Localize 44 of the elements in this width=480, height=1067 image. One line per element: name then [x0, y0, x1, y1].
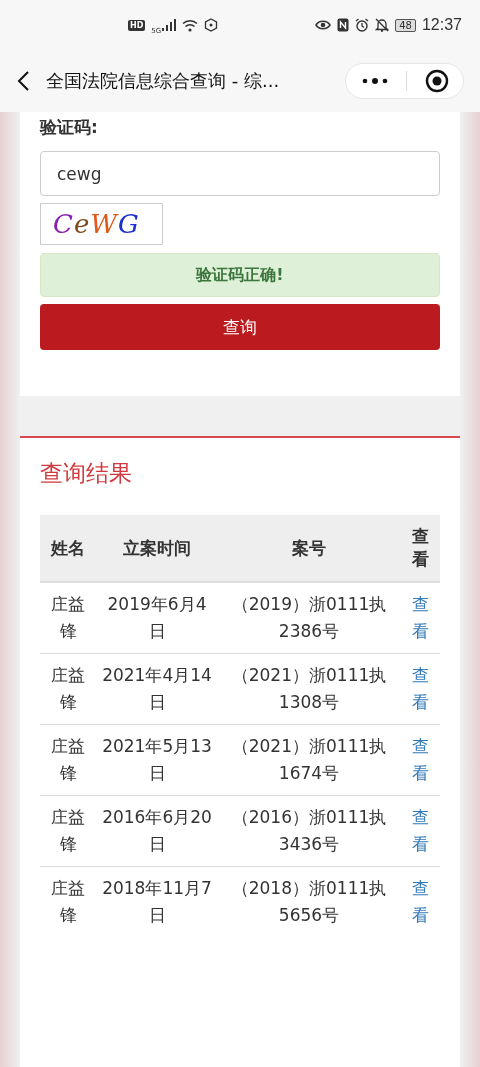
captcha-label: 验证码: [40, 116, 99, 139]
view-link[interactable]: 查看 [411, 875, 429, 929]
view-link[interactable]: 查看 [411, 733, 429, 787]
captcha-image: CeWG [40, 203, 163, 245]
date-cell: 2019年6月4日 [96, 582, 218, 654]
name-cell: 庄益锋 [40, 582, 96, 654]
back-icon[interactable] [16, 70, 30, 92]
success-alert: 验证码正确! [40, 253, 440, 297]
date-cell: 2018年11月7日 [96, 866, 218, 937]
name-cell: 庄益锋 [40, 866, 96, 937]
case-number-cell: （2021）浙0111执1674号 [218, 724, 400, 796]
captcha-input-field[interactable]: cewg [40, 151, 440, 196]
query-button[interactable]: 查询 [40, 304, 440, 350]
view-link[interactable]: 查看 [411, 804, 429, 858]
name-cell: 庄益锋 [40, 653, 96, 725]
column-header: 案号 [218, 515, 400, 582]
view-link[interactable]: 查看 [411, 591, 429, 645]
close-target-icon[interactable] [425, 69, 449, 93]
hd-icon: HD [128, 19, 146, 31]
clock-time: 12:37 [421, 16, 462, 34]
case-number-cell: （2019）浙0111执2386号 [218, 582, 400, 654]
bell-off-icon [375, 18, 390, 32]
case-number-cell: （2016）浙0111执3436号 [218, 795, 400, 867]
signal-icon [162, 19, 177, 31]
name-cell: 庄益锋 [40, 795, 96, 867]
more-icon[interactable] [362, 77, 388, 85]
case-number-cell: （2018）浙0111执5656号 [218, 866, 400, 937]
alarm-icon [355, 18, 370, 32]
date-cell: 2021年4月14日 [96, 653, 218, 725]
wifi-icon [182, 18, 199, 32]
hexagon-icon [204, 18, 219, 32]
results-title: 查询结果 [40, 459, 133, 488]
column-header: 查看 [400, 515, 440, 582]
column-header: 姓名 [40, 515, 96, 582]
nfc-icon [337, 18, 350, 32]
eye-icon [315, 19, 332, 31]
case-number-cell: （2021）浙0111执1308号 [218, 653, 400, 725]
view-link[interactable]: 查看 [411, 662, 429, 716]
page-title: 全国法院信息综合查询 - 综... [46, 69, 281, 93]
column-header: 立案时间 [96, 515, 218, 582]
date-cell: 2016年6月20日 [96, 795, 218, 867]
date-cell: 2021年5月13日 [96, 724, 218, 796]
name-cell: 庄益锋 [40, 724, 96, 796]
battery-indicator: 48 [395, 18, 416, 32]
